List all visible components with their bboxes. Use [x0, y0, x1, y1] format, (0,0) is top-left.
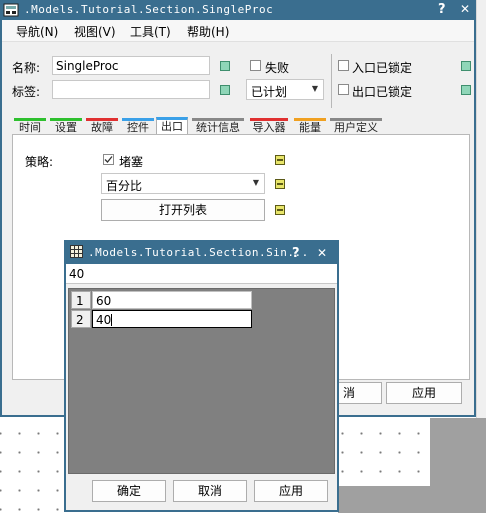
help-icon[interactable]: ? — [438, 2, 446, 17]
label-label: 标签: — [12, 85, 41, 99]
cell-value-input[interactable]: 40 — [66, 264, 337, 284]
app-icon — [3, 3, 19, 17]
menu-navigate[interactable]: 导航(N) — [16, 23, 58, 40]
divider — [331, 54, 332, 108]
strategy-label: 策略: — [25, 155, 54, 169]
menu-help[interactable]: 帮助(H) — [187, 23, 229, 40]
text-caret — [111, 314, 113, 326]
blocking-label: 堵塞 — [119, 155, 144, 169]
main-titlebar[interactable]: .Models.Tutorial.Section.SingleProc ? ✕ — [0, 0, 476, 20]
table-cell[interactable]: 60 — [92, 291, 252, 309]
popup-help-icon[interactable]: ? — [292, 246, 300, 261]
main-window-title: .Models.Tutorial.Section.SingleProc — [24, 3, 274, 16]
menu-bar: 导航(N) 视图(V) 工具(T) 帮助(H) — [2, 20, 474, 42]
blocking-checkbox[interactable] — [103, 154, 114, 165]
name-inherit-indicator-icon[interactable] — [220, 61, 230, 71]
popup-cancel-button[interactable]: 取消 — [173, 480, 247, 502]
popup-ok-button[interactable]: 确定 — [92, 480, 166, 502]
check-icon — [104, 156, 113, 163]
list-grid[interactable]: 1 60 2 40 — [68, 288, 335, 474]
entry-locked-checkbox[interactable] — [338, 60, 349, 71]
row-header[interactable]: 2 — [71, 310, 91, 328]
popup-close-icon[interactable]: ✕ — [317, 246, 327, 260]
menu-tools[interactable]: 工具(T) — [130, 23, 171, 40]
canvas-gray-area-bottom — [338, 486, 430, 513]
tab-controls[interactable]: 控件 — [122, 118, 154, 135]
strategy-inherit-icon[interactable] — [275, 179, 285, 189]
close-icon[interactable]: ✕ — [460, 2, 470, 16]
open-list-inherit-icon[interactable] — [275, 205, 285, 215]
popup-client-area: 40 1 60 2 40 确定 取消 应用 — [66, 264, 337, 510]
failed-checkbox[interactable] — [250, 60, 261, 71]
main-apply-button[interactable]: 应用 — [386, 382, 462, 404]
chevron-down-icon: ▼ — [311, 84, 318, 93]
cell-edit-text: 40 — [96, 313, 112, 327]
popup-apply-button[interactable]: 应用 — [254, 480, 328, 502]
status-dropdown[interactable]: 已计划 ▼ — [246, 79, 324, 100]
list-popup-window: .Models.Tutorial.Section.Sin... ? ✕ 40 1… — [64, 240, 339, 512]
entry-locked-label: 入口已锁定 — [352, 61, 413, 75]
background-scrollbar[interactable] — [476, 0, 486, 418]
tab-importer[interactable]: 导入器 — [250, 118, 288, 135]
name-label: 名称: — [12, 61, 41, 75]
tab-settings[interactable]: 设置 — [50, 118, 82, 135]
table-icon — [70, 245, 83, 258]
tab-failures[interactable]: 故障 — [86, 118, 118, 135]
popup-titlebar[interactable]: .Models.Tutorial.Section.Sin... ? ✕ — [64, 240, 339, 264]
name-input[interactable]: SingleProc — [52, 56, 210, 75]
strategy-value: 百分比 — [106, 179, 143, 193]
exit-locked-label: 出口已锁定 — [352, 85, 413, 99]
blocking-inherit-icon[interactable] — [275, 155, 285, 165]
tab-energy[interactable]: 能量 — [294, 118, 326, 135]
exit-locked-checkbox[interactable] — [338, 84, 349, 95]
tab-statistics[interactable]: 统计信息 — [192, 118, 244, 135]
entry-locked-inherit-icon[interactable] — [461, 61, 471, 71]
tab-user-defined[interactable]: 用户定义 — [330, 118, 382, 135]
chevron-down-icon: ▼ — [252, 178, 259, 187]
canvas-gray-area — [430, 418, 486, 513]
popup-title: .Models.Tutorial.Section.Sin... — [88, 246, 309, 259]
table-cell-editing[interactable]: 40 — [92, 310, 252, 328]
label-inherit-indicator-icon[interactable] — [220, 85, 230, 95]
tab-time[interactable]: 时间 — [14, 118, 46, 135]
open-list-button[interactable]: 打开列表 — [101, 199, 265, 221]
label-input[interactable] — [52, 80, 210, 99]
exit-locked-inherit-icon[interactable] — [461, 85, 471, 95]
strategy-dropdown[interactable]: 百分比 ▼ — [101, 173, 265, 194]
menu-view[interactable]: 视图(V) — [74, 23, 116, 40]
row-header[interactable]: 1 — [71, 291, 91, 309]
status-value: 已计划 — [251, 85, 288, 99]
failed-label: 失败 — [265, 61, 290, 75]
